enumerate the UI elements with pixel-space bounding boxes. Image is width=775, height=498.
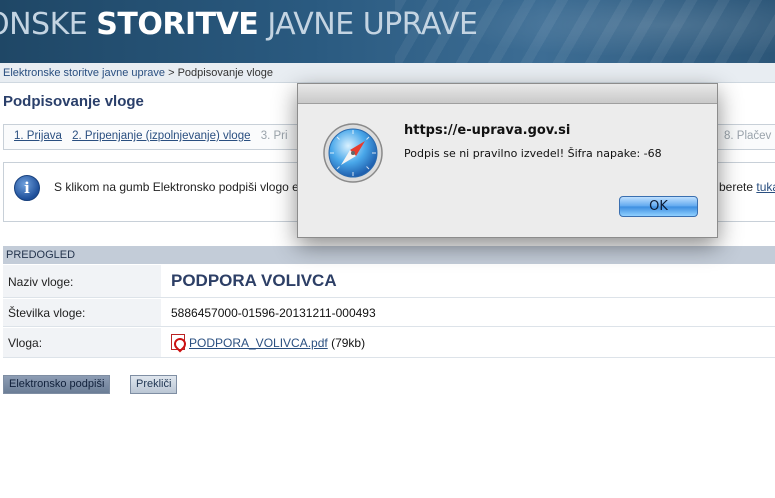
info-text-right: berete tuka [719, 180, 775, 194]
document-number-value: 5886457000-01596-20131211-000493 [171, 306, 376, 320]
row-label: Številka vloge: [3, 299, 161, 326]
dialog-host: https://e-uprava.gov.si [404, 123, 571, 138]
preview-section-title: PREDOGLED [3, 246, 775, 264]
dialog-message: Podpis se ni pravilno izvedel! Šifra nap… [404, 147, 662, 160]
cancel-button[interactable]: Prekliči [130, 375, 178, 394]
banner-title-prefix: ONSKE [0, 7, 88, 42]
breadcrumb: Elektronske storitve javne uprave > Podp… [0, 63, 775, 83]
row-vloga: Vloga: PODPORA_VOLIVCA.pdf (79kb) [3, 328, 775, 358]
step-prijava[interactable]: 1. Prijava [14, 130, 62, 142]
alert-dialog: https://e-uprava.gov.si Podpis se ni pra… [297, 83, 718, 238]
document-title-value: PODPORA VOLIVCA [171, 271, 337, 290]
pdf-file-link[interactable]: PODPORA_VOLIVCA.pdf [189, 336, 328, 350]
breadcrumb-separator: > [165, 67, 178, 79]
step-3: 3. Pri [260, 130, 288, 142]
step-pripenjanje[interactable]: 2. Pripenjanje (izpolnjevanje) vloge [72, 130, 250, 142]
info-text-right-prefix: berete [719, 180, 757, 194]
sign-button[interactable]: Elektronsko podpiši [3, 375, 111, 394]
pdf-icon [171, 334, 185, 350]
info-here-link[interactable]: tuka [756, 180, 775, 194]
ok-button[interactable]: OK [619, 196, 698, 217]
row-stevilka-vloge: Številka vloge: 5886457000-01596-2013121… [3, 299, 775, 327]
breadcrumb-root-link[interactable]: Elektronske storitve javne uprave [3, 67, 165, 79]
header-banner: ONSKE STORITVE JAVNE UPRAVE [0, 0, 775, 63]
banner-title-bold: STORITVE [96, 7, 259, 42]
file-cell: PODPORA_VOLIVCA.pdf (79kb) [171, 334, 365, 350]
info-icon: i [14, 175, 40, 201]
row-label: Naziv vloge: [3, 265, 161, 297]
banner-title: ONSKE STORITVE JAVNE UPRAVE [0, 7, 478, 42]
banner-title-suffix: JAVNE UPRAVE [258, 7, 478, 42]
step-8: 8. Plačev [724, 130, 772, 142]
page-title: Podpisovanje vloge [3, 93, 144, 110]
dialog-titlebar[interactable] [298, 84, 717, 104]
file-size: (79kb) [327, 336, 366, 350]
row-naziv-vloge: Naziv vloge: PODPORA VOLIVCA [3, 265, 775, 298]
info-text: S klikom na gumb Elektronsko podpiši vlo… [54, 180, 299, 194]
row-label: Vloga: [3, 328, 161, 357]
safari-compass-icon [323, 123, 383, 183]
breadcrumb-current: Podpisovanje vloge [177, 67, 273, 79]
